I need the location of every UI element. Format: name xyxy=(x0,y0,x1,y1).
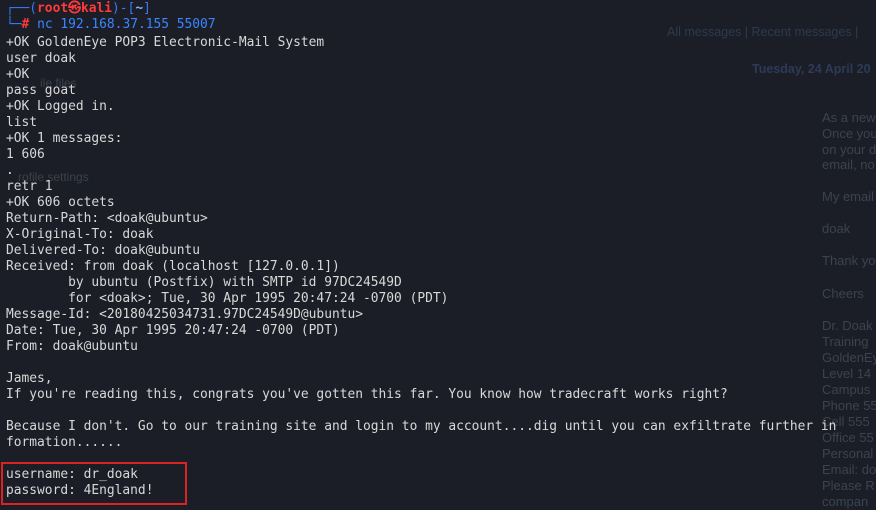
command-name: nc xyxy=(37,17,53,32)
output-line: Message-Id: <20180425034731.97DC24549D@u… xyxy=(6,307,363,322)
output-line: X-Original-To: doak xyxy=(6,227,154,242)
output-line: list xyxy=(6,115,38,130)
output-line: +OK Logged in. xyxy=(6,99,115,114)
prompt-user-host: root㉿kali xyxy=(37,1,113,16)
prompt-bracket: )-[ xyxy=(112,1,136,16)
credentials-highlight-box xyxy=(1,462,187,505)
output-line: user doak xyxy=(6,51,76,66)
command-line[interactable]: └─# nc 192.168.37.155 55007 xyxy=(6,17,216,33)
prompt-bracket: ┌──( xyxy=(6,1,38,16)
command-args: 192.168.37.155 55007 xyxy=(52,17,216,32)
output-line: for <doak>; Tue, 30 Apr 1995 20:47:24 -0… xyxy=(6,291,449,306)
output-line: . xyxy=(6,163,14,178)
output-line: From: doak@ubuntu xyxy=(6,339,138,354)
output-line: +OK 1 messages: xyxy=(6,131,123,146)
output-line: +OK 606 octets xyxy=(6,195,115,210)
output-line: Because I don't. Go to our training site… xyxy=(6,419,837,434)
output-line: formation...... xyxy=(6,435,123,450)
output-line: +OK GoldenEye POP3 Electronic-Mail Syste… xyxy=(6,35,325,50)
output-line: Date: Tue, 30 Apr 1995 20:47:24 -0700 (P… xyxy=(6,323,340,338)
output-line: pass goat xyxy=(6,83,76,98)
prompt-hash: # xyxy=(21,17,30,32)
prompt-bracket: ] xyxy=(143,1,151,16)
output-line: Received: from doak (localhost [127.0.0.… xyxy=(6,259,340,274)
output-line: 1 606 xyxy=(6,147,45,162)
output-line: retr 1 xyxy=(6,179,53,194)
prompt-line-1: ┌──(root㉿kali)-[~] xyxy=(6,1,151,17)
terminal-window[interactable]: ┌──(root㉿kali)-[~] └─# nc 192.168.37.155… xyxy=(0,0,876,510)
output-line: +OK xyxy=(6,67,30,82)
output-line: Delivered-To: doak@ubuntu xyxy=(6,243,201,258)
output-line: Return-Path: <doak@ubuntu> xyxy=(6,211,208,226)
output-line: by ubuntu (Postfix) with SMTP id 97DC245… xyxy=(6,275,402,290)
output-line: James, xyxy=(6,371,53,386)
prompt-path: ~ xyxy=(135,1,144,16)
prompt-prefix: └─ xyxy=(6,17,22,32)
output-line: If you're reading this, congrats you've … xyxy=(6,387,728,402)
